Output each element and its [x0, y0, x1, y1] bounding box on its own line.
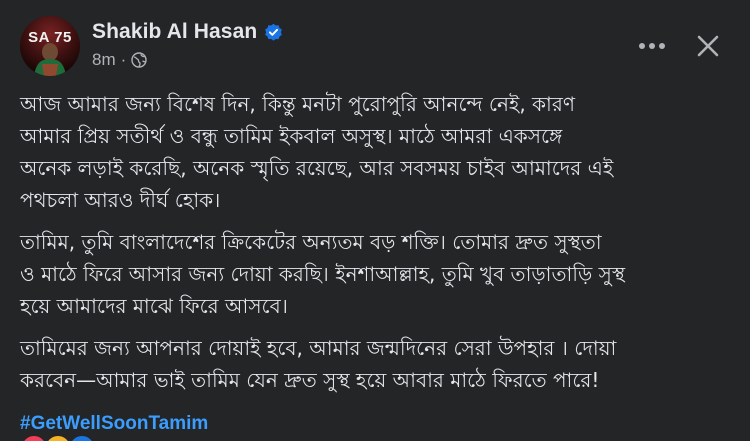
post-paragraph-1: আজ আমার জন্য বিশেষ দিন, কিন্তু মনটা পুরো… [20, 92, 614, 212]
post-card: SA 75 Shakib Al Hasan 8m · আজ আমার জন্য … [0, 0, 750, 441]
author-name[interactable]: Shakib Al Hasan [92, 20, 257, 44]
reaction-icons[interactable] [20, 434, 96, 441]
author-row: Shakib Al Hasan [92, 16, 283, 48]
post-header: SA 75 Shakib Al Hasan 8m · [20, 16, 283, 80]
close-icon [697, 35, 719, 57]
post-paragraph-3: তামিমের জন্য আপনার দোয়াই হবে, আমার জন্ম… [20, 336, 617, 392]
love-reaction-icon [20, 434, 48, 441]
post-body: আজ আমার জন্য বিশেষ দিন, কিন্তু মনটা পুরো… [20, 88, 740, 440]
more-options-button[interactable] [630, 26, 674, 66]
more-horizontal-icon [639, 43, 665, 49]
time-separator: · [120, 50, 127, 69]
post-time-row: 8m · [92, 50, 283, 70]
globe-icon[interactable] [131, 52, 147, 68]
post-paragraph-2: তামিম, তুমি বাংলাদেশের ক্রিকেটের অন্যতম … [20, 230, 626, 318]
post-timestamp[interactable]: 8m [92, 50, 116, 70]
post-meta: Shakib Al Hasan 8m · [92, 16, 283, 70]
verified-badge-icon [264, 23, 283, 42]
author-avatar[interactable]: SA 75 [20, 16, 80, 76]
like-reaction-icon [68, 434, 96, 441]
care-reaction-icon [44, 434, 72, 441]
close-button[interactable] [686, 26, 730, 66]
avatar-image: SA 75 [20, 16, 80, 76]
